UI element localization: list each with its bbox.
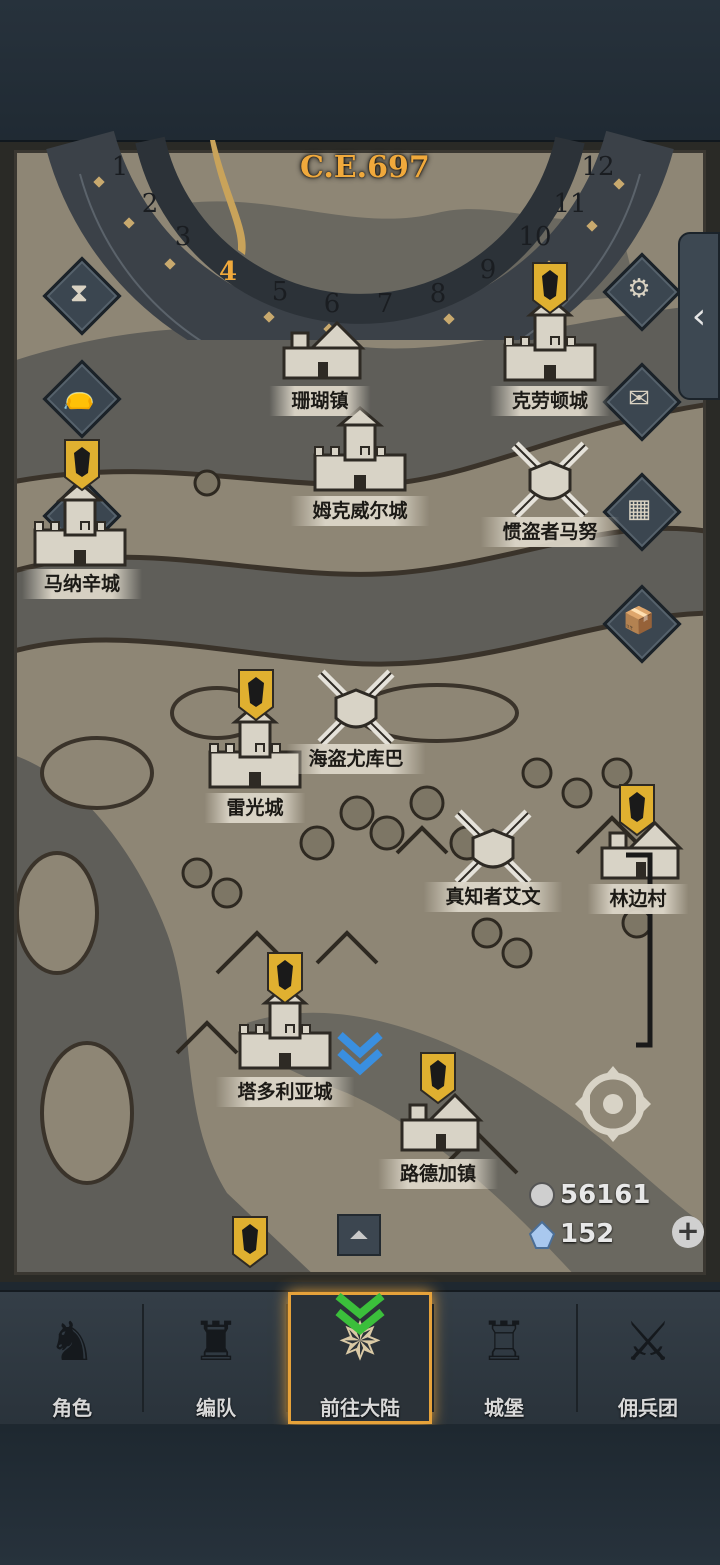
nav-mercenary[interactable]: ⚔ 佣兵团 <box>576 1292 720 1424</box>
marker-manu <box>515 445 585 515</box>
collapse-up-icon: ⏶ <box>349 1221 369 1249</box>
nav-label: 编队 <box>196 1396 236 1420</box>
crystal-icon <box>528 1220 556 1249</box>
location-label-mukeweier[interactable]: 姆克威尔城 <box>290 496 430 526</box>
team-icon: ♜ <box>191 1310 241 1373</box>
nav-label: 城堡 <box>484 1396 524 1420</box>
add-crystal-button[interactable]: + <box>672 1216 704 1248</box>
nav-castle[interactable]: ♖ 城堡 <box>432 1292 576 1424</box>
location-label-manu[interactable]: 惯盗者马努 <box>480 517 620 547</box>
marker-ludejia <box>400 1093 482 1152</box>
marker-youkuba <box>321 673 391 743</box>
banner-kelaodun <box>532 262 568 314</box>
continent-arrow-icon <box>335 1292 385 1336</box>
silver-coin-icon <box>529 1182 555 1208</box>
banner-ludejia <box>420 1052 456 1104</box>
location-label-kelaodun[interactable]: 克劳顿城 <box>489 386 611 416</box>
nav-label: 角色 <box>52 1396 92 1420</box>
nav-character[interactable]: ♞ 角色 <box>0 1292 144 1424</box>
locate-button[interactable] <box>570 1066 660 1146</box>
marker-manaxin <box>33 481 127 567</box>
nav-label: 前往大陆 <box>320 1396 400 1420</box>
location-label-youkuba[interactable]: 海盗尤库巴 <box>286 744 426 774</box>
bottom-bar <box>0 1425 720 1565</box>
marker-shanhu <box>282 321 364 380</box>
location-label-linbian[interactable]: 林边村 <box>587 884 689 914</box>
nav-label: 佣兵团 <box>618 1396 678 1420</box>
nav-team[interactable]: ♜ 编队 <box>144 1292 288 1424</box>
location-label-taduoliya[interactable]: 塔多利亚城 <box>215 1077 355 1107</box>
crystal-amount: 152 <box>560 1219 615 1249</box>
mercenary-icon: ⚔ <box>623 1310 673 1373</box>
knight-icon: ♞ <box>47 1310 97 1373</box>
location-label-ludejia[interactable]: 路德加镇 <box>377 1159 499 1189</box>
silver-amount: 56161 <box>560 1180 651 1210</box>
location-label-aiwen[interactable]: 真知者艾文 <box>423 882 563 912</box>
location-label-manaxin[interactable]: 马纳辛城 <box>21 569 143 599</box>
location-label-shanhu[interactable]: 珊瑚镇 <box>269 386 371 416</box>
banner-manaxin <box>64 439 100 491</box>
castle-icon: ♖ <box>479 1310 529 1373</box>
party-marker <box>337 1032 383 1076</box>
marker-mukeweier <box>313 406 407 492</box>
location-label-leiguang[interactable]: 雷光城 <box>204 793 306 823</box>
marker-aiwen <box>458 813 528 883</box>
collapse-panel-button[interactable]: ⏶ <box>337 1214 381 1256</box>
banner-bottom <box>232 1216 268 1268</box>
